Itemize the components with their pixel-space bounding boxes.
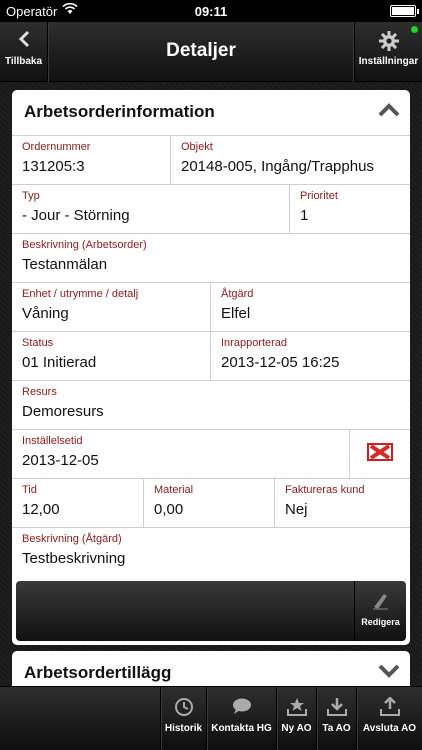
panel-title: Arbetsordertillägg (24, 663, 172, 682)
field-row: Beskrivning (Arbetsorder) Testanmälan (12, 234, 410, 283)
order-number-field: Ordernummer 131205:3 (12, 136, 170, 184)
object-field: Objekt 20148-005, Ingång/Trapphus (170, 136, 410, 184)
addons-panel: Arbetsordertillägg (12, 651, 410, 686)
chevron-up-icon[interactable] (378, 102, 400, 122)
settings-button[interactable]: Inställningar (354, 22, 422, 82)
new-order-label: Ny AO (281, 723, 312, 734)
field-value: - Jour - Störning (22, 207, 130, 224)
field-label: Beskrivning (Åtgärd) (22, 533, 122, 545)
billed-field: Faktureras kund Nej (274, 479, 410, 527)
field-value: Demoresurs (22, 403, 104, 420)
contact-button[interactable]: Kontakta HG (206, 687, 276, 750)
field-value: 2013-12-05 (22, 452, 99, 469)
field-label: Typ (22, 190, 40, 202)
field-label: Prioritet (300, 190, 338, 202)
finish-order-label: Avsluta AO (362, 723, 417, 734)
resource-field: Resurs Demoresurs (12, 381, 410, 429)
history-label: Historik (164, 723, 203, 734)
status-indicator (411, 26, 418, 33)
field-value: 1 (300, 207, 309, 224)
reported-field: Inrapporterad 2013-12-05 16:25 (210, 332, 410, 380)
field-label: Resurs (22, 386, 57, 398)
upload-icon (357, 687, 422, 723)
panel-title: Arbetsorderinformation (24, 102, 215, 121)
field-label: Objekt (181, 141, 213, 153)
field-label: Material (154, 484, 194, 496)
addons-panel-header[interactable]: Arbetsordertillägg (12, 651, 410, 686)
star-tray-icon (277, 687, 316, 723)
field-value: Testanmälan (22, 256, 108, 273)
field-value: 2013-12-05 16:25 (221, 354, 340, 371)
field-value: 131205:3 (22, 158, 85, 175)
status-field: Status 01 Initierad (12, 332, 210, 380)
setting-time-field[interactable]: Inställelsetid 2013-12-05 (12, 430, 349, 478)
clock-icon (161, 687, 206, 723)
field-label: Inrapporterad (221, 337, 288, 349)
field-label: Inställelsetid (22, 435, 83, 447)
field-value: 0,00 (154, 501, 184, 518)
field-row: Status 01 Initierad Inrapporterad 2013-1… (12, 332, 410, 381)
work-order-panel: Arbetsorderinformation Ordernummer 13120… (12, 90, 410, 645)
clear-date-icon (367, 442, 393, 467)
chevron-down-icon[interactable] (378, 663, 400, 683)
edit-toolbar: Redigera (16, 581, 406, 641)
pencil-icon (355, 581, 406, 617)
field-row: Typ - Jour - Störning Prioritet 1 (12, 185, 410, 234)
field-value: Testbeskrivning (22, 550, 126, 567)
work-order-panel-header[interactable]: Arbetsorderinformation (12, 90, 410, 136)
settings-label: Inställningar (358, 56, 419, 67)
time-field: Tid 12,00 (12, 479, 143, 527)
chat-bubble-icon (207, 687, 276, 723)
download-icon (317, 687, 356, 723)
field-value: Elfel (221, 305, 251, 322)
description-field: Beskrivning (Arbetsorder) Testanmälan (12, 234, 410, 282)
field-label: Ordernummer (22, 141, 91, 153)
field-value: 01 Initierad (22, 354, 97, 371)
status-bar: Operatör 09:11 (0, 0, 422, 22)
field-row: Resurs Demoresurs (12, 381, 410, 430)
field-value: Våning (22, 305, 69, 322)
clear-date-button[interactable] (349, 430, 410, 478)
chevron-left-icon (0, 22, 47, 56)
finish-order-button[interactable]: Avsluta AO (356, 687, 422, 750)
history-button[interactable]: Historik (160, 687, 206, 750)
edit-label: Redigera (361, 617, 400, 627)
edit-button[interactable]: Redigera (354, 581, 406, 641)
field-value: Nej (285, 501, 308, 518)
content-area[interactable]: Arbetsorderinformation Ordernummer 13120… (0, 83, 422, 686)
field-label: Faktureras kund (285, 484, 365, 496)
priority-field: Prioritet 1 (289, 185, 410, 233)
field-value: 12,00 (22, 501, 60, 518)
page-title: Detaljer (166, 40, 236, 61)
take-order-label: Ta AO (322, 723, 351, 734)
field-label: Enhet / utrymme / detalj (22, 288, 139, 300)
field-label: Status (22, 337, 54, 349)
type-field: Typ - Jour - Störning (12, 185, 289, 233)
field-row: Tid 12,00 Material 0,00 Faktureras kund … (12, 479, 410, 528)
nav-bar: Tillbaka Detaljer Inställningar (0, 22, 422, 82)
field-row: Ordernummer 131205:3 Objekt 20148-005, I… (12, 136, 410, 185)
field-value: 20148-005, Ingång/Trapphus (181, 158, 374, 175)
action-field: Åtgärd Elfel (210, 283, 410, 331)
new-order-button[interactable]: Ny AO (276, 687, 316, 750)
back-label: Tillbaka (4, 56, 43, 67)
material-field: Material 0,00 (143, 479, 274, 527)
field-row: Beskrivning (Åtgärd) Testbeskrivning (12, 528, 410, 577)
field-row: Enhet / utrymme / detalj Våning Åtgärd E… (12, 283, 410, 332)
clock: 09:11 (194, 4, 228, 19)
action-description-field: Beskrivning (Åtgärd) Testbeskrivning (12, 528, 410, 577)
field-label: Åtgärd (221, 288, 254, 300)
bottom-toolbar: Historik Kontakta HG Ny AO Ta AO Avsluta… (0, 686, 422, 750)
field-label: Tid (22, 484, 37, 496)
unit-field: Enhet / utrymme / detalj Våning (12, 283, 210, 331)
contact-label: Kontakta HG (211, 723, 272, 734)
take-order-button[interactable]: Ta AO (316, 687, 356, 750)
battery-icon (390, 5, 419, 17)
field-label: Beskrivning (Arbetsorder) (22, 239, 147, 251)
field-row: Inställelsetid 2013-12-05 (12, 430, 410, 479)
back-button[interactable]: Tillbaka (0, 22, 48, 82)
